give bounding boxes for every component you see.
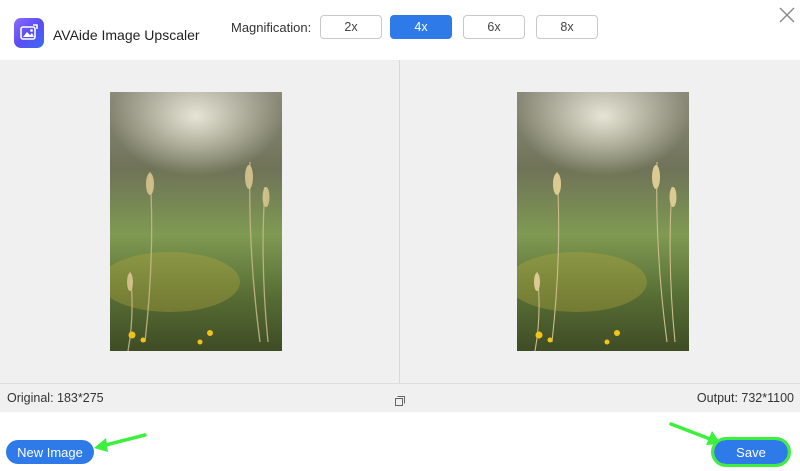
app-title: AVAide Image Upscaler bbox=[53, 27, 200, 43]
compare-icon[interactable] bbox=[395, 393, 405, 406]
app-header: AVAide Image Upscaler Magnification: 2x … bbox=[0, 0, 800, 60]
pointer-arrow-icon bbox=[94, 433, 147, 452]
size-info-bar: Original: 183*275 Output: 732*1100 bbox=[0, 383, 800, 412]
save-button[interactable]: Save bbox=[711, 437, 791, 467]
output-image bbox=[517, 92, 689, 351]
new-image-button[interactable]: New Image bbox=[6, 440, 94, 464]
preview-area bbox=[0, 60, 800, 383]
magnification-label: Magnification: bbox=[231, 20, 312, 35]
magnification-4x-button[interactable]: 4x bbox=[390, 15, 452, 39]
output-size-label: Output: 732*1100 bbox=[696, 391, 794, 405]
pointer-arrow-icon bbox=[669, 422, 721, 445]
original-image bbox=[110, 92, 282, 351]
close-icon[interactable] bbox=[778, 6, 796, 24]
preview-divider bbox=[399, 60, 400, 383]
magnification-2x-button[interactable]: 2x bbox=[320, 15, 382, 39]
original-size-label: Original: 183*275 bbox=[7, 391, 104, 405]
action-footer: New Image Save bbox=[0, 412, 800, 471]
magnification-6x-button[interactable]: 6x bbox=[463, 15, 525, 39]
image-upscale-icon bbox=[14, 18, 44, 48]
magnification-8x-button[interactable]: 8x bbox=[536, 15, 598, 39]
